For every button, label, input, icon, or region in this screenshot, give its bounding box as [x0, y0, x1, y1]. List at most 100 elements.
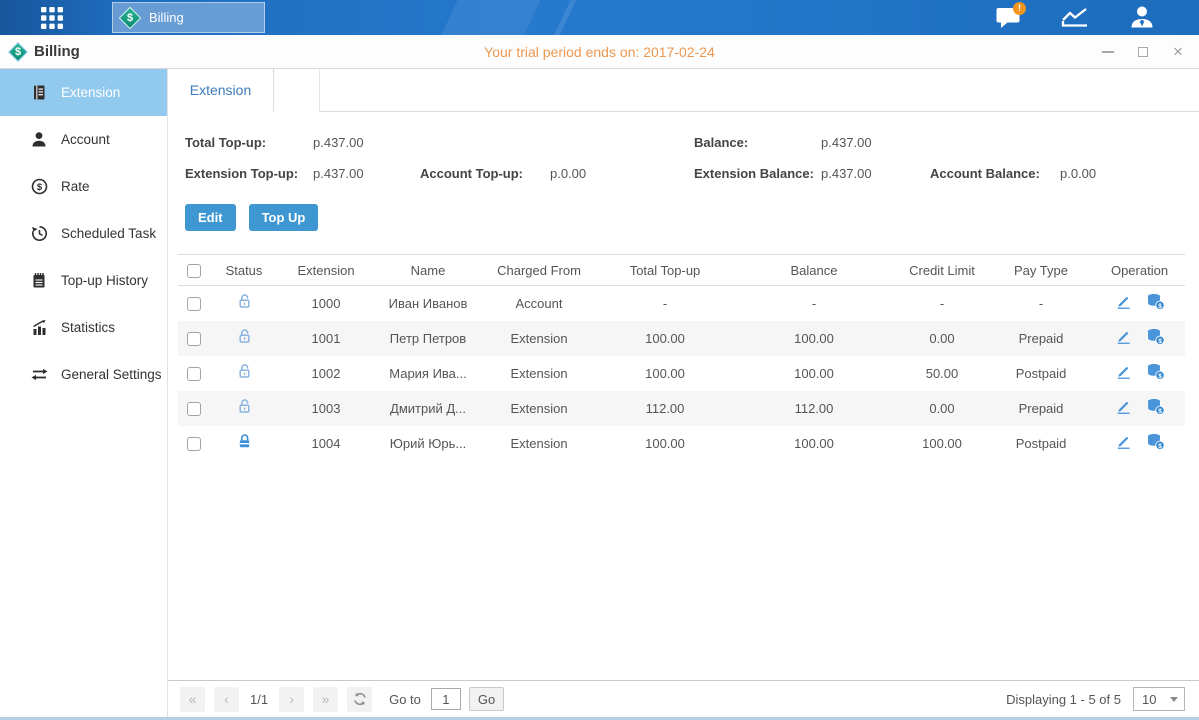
account-topup-value: p.0.00	[550, 166, 694, 181]
cell-total-topup: 100.00	[598, 426, 732, 461]
top-up-icon[interactable]: $	[1146, 433, 1165, 450]
billing-app-icon: $	[119, 6, 142, 29]
cell-balance: 100.00	[732, 426, 896, 461]
edit-icon[interactable]	[1115, 398, 1132, 415]
row-checkbox[interactable]	[187, 367, 201, 381]
chevron-down-icon	[1170, 697, 1178, 702]
minimize-button[interactable]	[1101, 45, 1115, 59]
sidebar-item-label: Account	[61, 132, 110, 147]
edit-icon[interactable]	[1115, 433, 1132, 450]
sidebar-item-scheduled-task[interactable]: Scheduled Task	[0, 210, 167, 257]
user-account-button[interactable]	[1127, 3, 1157, 33]
cell-charged-from: Extension	[480, 356, 598, 391]
cell-charged-from: Extension	[480, 321, 598, 356]
trial-notice: Your trial period ends on: 2017-02-24	[484, 44, 715, 60]
goto-label: Go to	[389, 692, 421, 707]
row-checkbox[interactable]	[187, 402, 201, 416]
sidebar-item-topup-history[interactable]: Top-up History	[0, 257, 167, 304]
account-topup-label: Account Top-up:	[420, 166, 550, 181]
prev-page-button[interactable]: ‹	[214, 687, 239, 712]
edit-icon[interactable]	[1115, 328, 1132, 345]
svg-text:$: $	[1158, 443, 1162, 450]
balance-value: p.437.00	[821, 135, 930, 150]
clock-icon	[30, 225, 48, 242]
maximize-button[interactable]	[1136, 45, 1150, 59]
column-header-status: Status	[212, 255, 276, 286]
cell-charged-from: Extension	[480, 391, 598, 426]
extension-topup-value: p.437.00	[313, 166, 420, 181]
column-header-name: Name	[376, 255, 480, 286]
cell-credit-limit: 0.00	[896, 321, 988, 356]
edit-icon[interactable]	[1115, 293, 1132, 310]
column-header-operation: Operation	[1094, 255, 1185, 286]
tab-extension[interactable]: Extension	[168, 69, 274, 112]
select-all-checkbox[interactable]	[187, 264, 201, 278]
table-row: 1004 Юрий Юрь... Extension 100.00 100.00…	[178, 426, 1185, 461]
column-header-pay-type: Pay Type	[988, 255, 1094, 286]
account-balance-value: p.0.00	[1060, 166, 1199, 181]
sidebar-item-statistics[interactable]: Statistics	[0, 304, 167, 351]
cell-pay-type: -	[988, 286, 1094, 321]
person-icon	[30, 131, 48, 148]
top-up-button[interactable]: Top Up	[249, 204, 319, 231]
sidebar-item-label: Extension	[61, 85, 120, 100]
balance-label: Balance:	[694, 135, 821, 150]
cell-extension: 1001	[276, 321, 376, 356]
goto-page-input[interactable]	[431, 688, 461, 710]
sidebar-item-rate[interactable]: $ Rate	[0, 163, 167, 210]
cell-total-topup: 112.00	[598, 391, 732, 426]
taskbar-item-billing[interactable]: $ Billing	[112, 2, 265, 33]
notepad-icon	[30, 272, 48, 289]
top-up-icon[interactable]: $	[1146, 363, 1165, 380]
tab-strip-spacer	[274, 69, 320, 112]
cell-credit-limit: 0.00	[896, 391, 988, 426]
column-header-credit-limit: Credit Limit	[896, 255, 988, 286]
next-page-button[interactable]: ›	[279, 687, 304, 712]
cell-extension: 1003	[276, 391, 376, 426]
sidebar-item-account[interactable]: Account	[0, 116, 167, 163]
refresh-button[interactable]	[347, 687, 372, 712]
go-button[interactable]: Go	[469, 687, 504, 711]
last-page-button[interactable]: »	[313, 687, 338, 712]
top-up-icon[interactable]: $	[1146, 293, 1165, 310]
extension-balance-value: p.437.00	[821, 166, 930, 181]
svg-text:$: $	[1158, 338, 1162, 345]
notifications-button[interactable]: !	[993, 3, 1023, 33]
cell-pay-type: Postpaid	[988, 426, 1094, 461]
first-page-button[interactable]: «	[180, 687, 205, 712]
cell-name: Юрий Юрь...	[376, 426, 480, 461]
app-grid-button[interactable]	[36, 2, 68, 34]
top-up-icon[interactable]: $	[1146, 398, 1165, 415]
cell-balance: -	[732, 286, 896, 321]
column-header-charged-from: Charged From	[480, 255, 598, 286]
extension-balance-label: Extension Balance:	[694, 166, 821, 181]
row-checkbox[interactable]	[187, 332, 201, 346]
cell-balance: 112.00	[732, 391, 896, 426]
sidebar-item-extension[interactable]: Extension	[0, 69, 167, 116]
table-row: 1000 Иван Иванов Account - - - - $	[178, 286, 1185, 321]
page-indicator: 1/1	[250, 692, 268, 707]
cell-total-topup: 100.00	[598, 356, 732, 391]
svg-text:$: $	[1158, 303, 1162, 310]
close-button[interactable]: ×	[1171, 45, 1185, 59]
swap-arrows-icon	[30, 366, 48, 383]
sidebar: Extension Account $ Rate	[0, 69, 168, 717]
row-checkbox[interactable]	[187, 437, 201, 451]
row-checkbox[interactable]	[187, 297, 201, 311]
sidebar-item-label: General Settings	[61, 367, 162, 382]
app-grid-icon	[40, 6, 64, 30]
edit-icon[interactable]	[1115, 363, 1132, 380]
cell-charged-from: Account	[480, 286, 598, 321]
resource-monitor-button[interactable]	[1060, 3, 1090, 33]
sidebar-item-general-settings[interactable]: General Settings	[0, 351, 167, 398]
table-row: 1003 Дмитрий Д... Extension 112.00 112.0…	[178, 391, 1185, 426]
cell-credit-limit: 100.00	[896, 426, 988, 461]
cell-extension: 1002	[276, 356, 376, 391]
cell-name: Мария Ива...	[376, 356, 480, 391]
top-up-icon[interactable]: $	[1146, 328, 1165, 345]
edit-button[interactable]: Edit	[185, 204, 236, 231]
tab-strip: Extension	[168, 69, 1199, 112]
cell-total-topup: 100.00	[598, 321, 732, 356]
cell-balance: 100.00	[732, 356, 896, 391]
page-size-select[interactable]: 10	[1133, 687, 1185, 711]
